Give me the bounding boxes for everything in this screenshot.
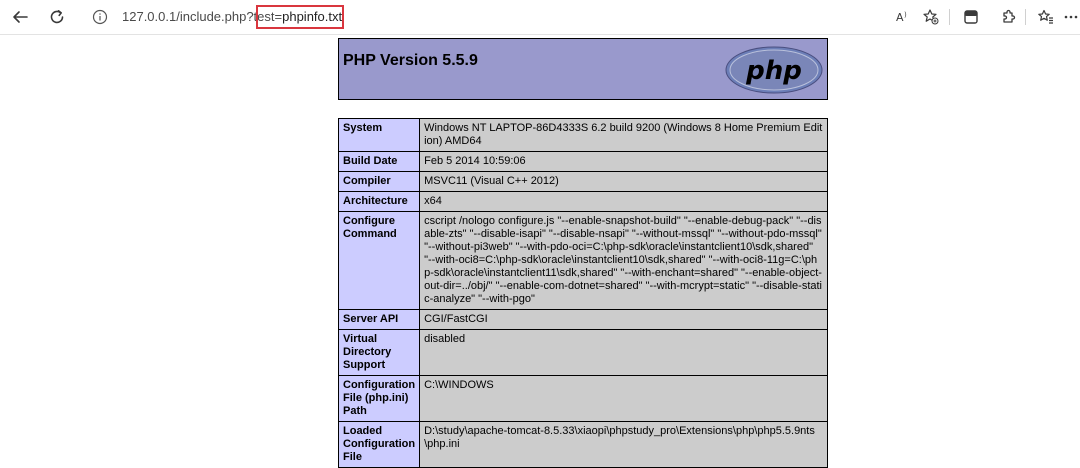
star-add-icon — [923, 9, 939, 25]
row-key: Configure Command — [337, 211, 421, 310]
add-favorite-button[interactable] — [918, 5, 944, 29]
php-logo-icon[interactable]: php — [724, 45, 824, 95]
favorites-button[interactable] — [1033, 5, 1059, 29]
table-row: Configure Command cscript /nologo configu… — [337, 211, 828, 310]
row-value: C:\WINDOWS — [419, 375, 828, 422]
svg-text:): ) — [904, 11, 907, 19]
row-key: Loaded Configuration File — [337, 421, 421, 468]
row-value: MSVC11 (Visual C++ 2012) — [419, 171, 828, 192]
address-bar[interactable]: 127.0.0.1/include.php?test=phpinfo.txt — [82, 5, 887, 29]
favorites-icon — [1038, 9, 1053, 24]
toolbar-divider — [1025, 9, 1026, 25]
puzzle-icon — [1003, 9, 1016, 23]
row-key: Configuration File (php.ini) Path — [337, 375, 421, 422]
tab-actions-icon — [964, 10, 978, 24]
table-row: System Windows NT LAPTOP-86D4333S 6.2 bui… — [337, 118, 828, 152]
row-value: disabled — [419, 329, 828, 376]
info-table: System Windows NT LAPTOP-86D4333S 6.2 bui… — [337, 118, 828, 468]
row-key: System — [337, 118, 421, 152]
refresh-button[interactable] — [44, 5, 70, 29]
row-value: D:\study\apache-tomcat-8.5.33\xiaopi\php… — [419, 421, 828, 468]
table-row: Architecture x64 — [337, 191, 828, 212]
refresh-icon — [50, 10, 64, 24]
table-row: Loaded Configuration File D:\study\apache… — [337, 421, 828, 468]
php-version-title: PHP Version 5.5.9 — [343, 52, 478, 69]
back-arrow-icon — [13, 11, 28, 23]
row-key: Server API — [337, 309, 421, 330]
browser-toolbar: 127.0.0.1/include.php?test=phpinfo.txt A… — [0, 0, 1080, 35]
row-value: CGI/FastCGI — [419, 309, 828, 330]
row-value: Windows NT LAPTOP-86D4333S 6.2 build 920… — [419, 118, 828, 152]
row-value: cscript /nologo configure.js "--enable-s… — [419, 211, 828, 310]
svg-text:A: A — [896, 11, 904, 24]
table-row: Build Date Feb 5 2014 10:59:06 — [337, 151, 828, 172]
read-aloud-button[interactable]: A ) — [890, 5, 916, 29]
table-row: Compiler MSVC11 (Visual C++ 2012) — [337, 171, 828, 192]
toolbar-divider — [949, 9, 950, 25]
row-value: Feb 5 2014 10:59:06 — [419, 151, 828, 172]
more-dots-icon — [1064, 15, 1078, 19]
table-row: Server API CGI/FastCGI — [337, 309, 828, 330]
highlight-annotation-box — [256, 5, 344, 29]
site-info-icon[interactable] — [92, 9, 108, 25]
table-row: Virtual Directory Support disabled — [337, 329, 828, 376]
phpinfo-page: PHP Version 5.5.9 php System Windows NT L… — [337, 38, 828, 468]
back-button[interactable] — [7, 5, 33, 29]
svg-text:php: php — [745, 56, 802, 86]
row-key: Virtual Directory Support — [337, 329, 421, 376]
table-row: Configuration File (php.ini) Path C:\WIND… — [337, 375, 828, 422]
row-key: Architecture — [337, 191, 421, 212]
tab-actions-button[interactable] — [958, 5, 984, 29]
phpinfo-header: PHP Version 5.5.9 php — [338, 38, 828, 100]
row-key: Build Date — [337, 151, 421, 172]
row-key: Compiler — [337, 171, 421, 192]
extensions-button[interactable] — [995, 5, 1021, 29]
row-value: x64 — [419, 191, 828, 212]
more-menu-button[interactable] — [1058, 5, 1080, 29]
read-aloud-icon: A ) — [896, 11, 907, 24]
